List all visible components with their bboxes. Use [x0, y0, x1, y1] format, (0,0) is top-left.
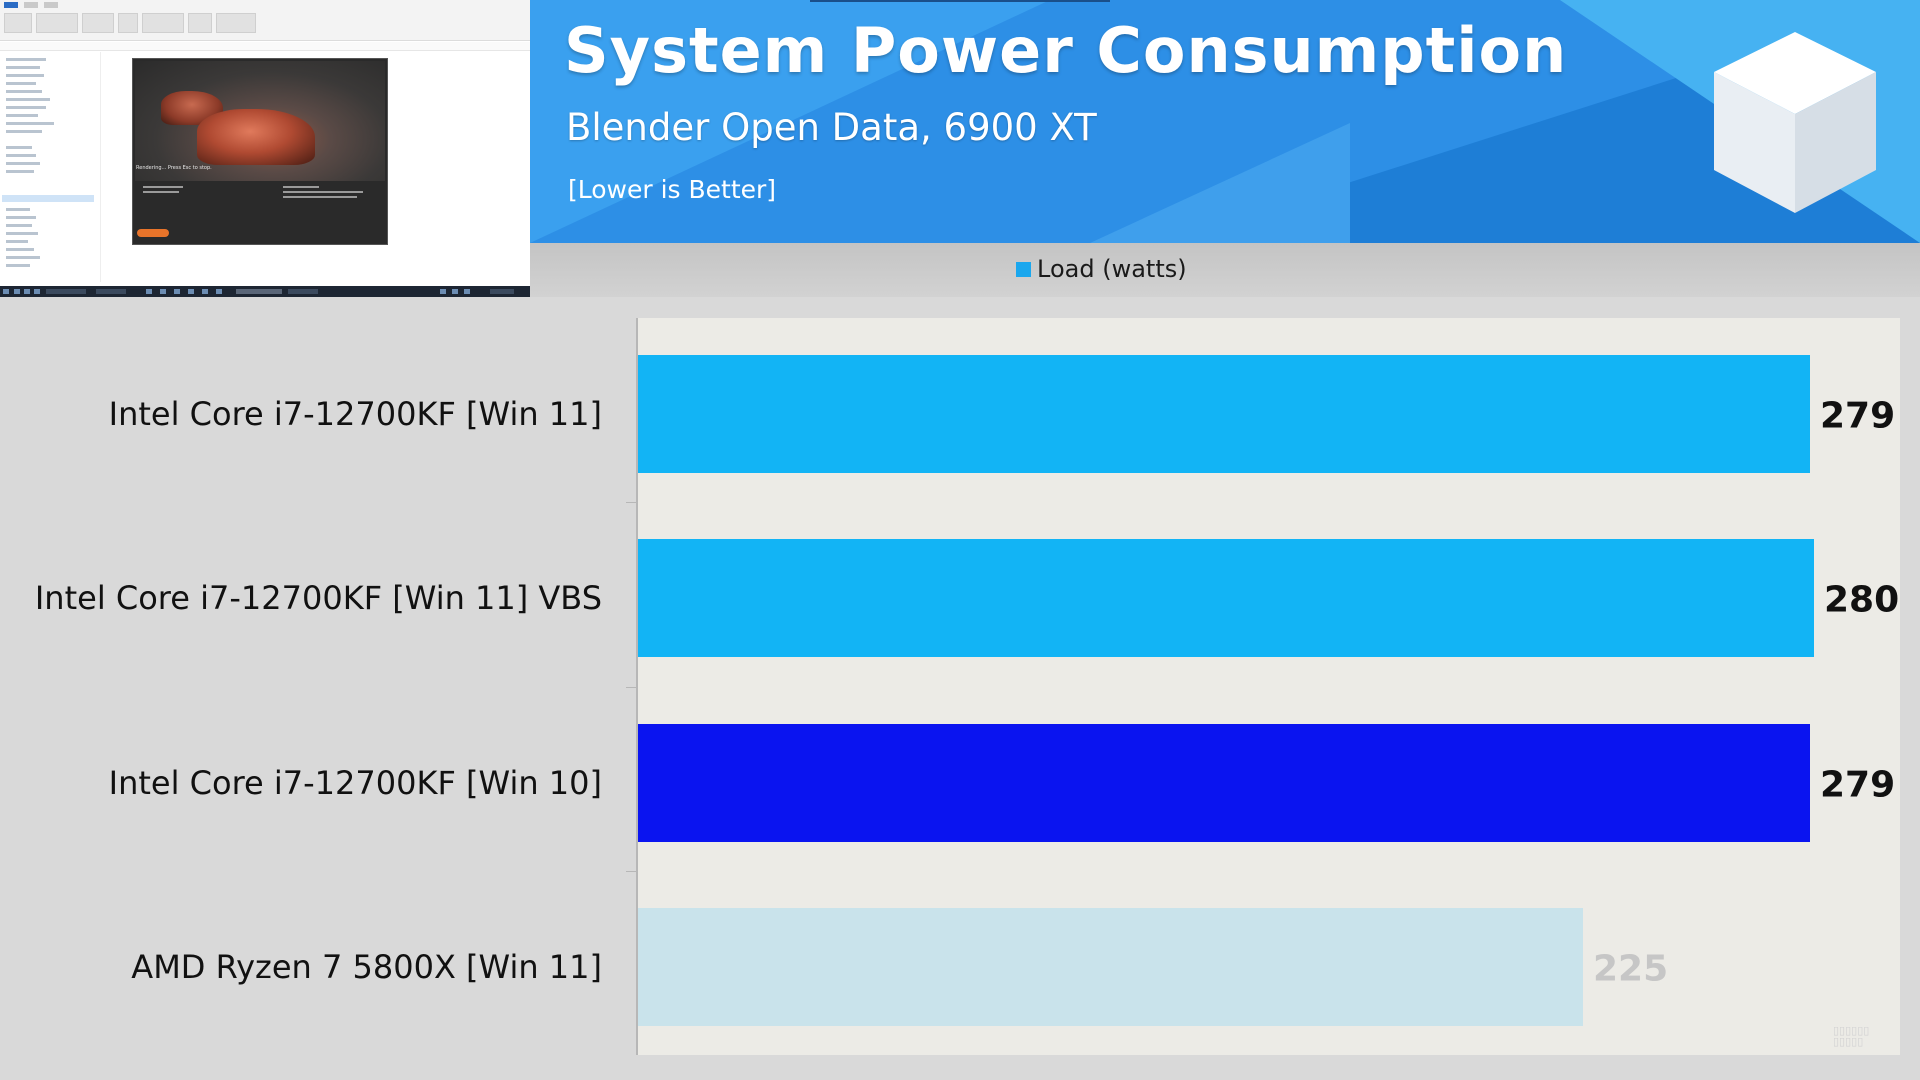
title-banner: System Power Consumption Blender Open Da…: [530, 0, 1920, 243]
explorer-nav-pane: [0, 52, 101, 282]
blender-logo: [137, 229, 169, 237]
category-label: Intel Core i7-12700KF [Win 11] VBS: [34, 579, 602, 617]
render-preview-image: [135, 61, 385, 181]
bar: [638, 908, 1583, 1026]
bar: [638, 724, 1810, 842]
value-label: 279: [1820, 764, 1896, 806]
blender-render-window: Rendering... Press Esc to stop.: [132, 58, 388, 245]
render-status-text: Rendering... Press Esc to stop.: [136, 165, 212, 171]
explorer-address-bar: [0, 42, 530, 51]
chart-title: System Power Consumption: [564, 14, 1568, 87]
legend-swatch: [1016, 262, 1031, 277]
category-label: AMD Ryzen 7 5800X [Win 11]: [131, 948, 602, 986]
cube-logo-icon: [1714, 32, 1876, 213]
category-label: Intel Core i7-12700KF [Win 10]: [108, 764, 602, 802]
chart-subtitle: Blender Open Data, 6900 XT: [566, 106, 1097, 149]
value-label: 225: [1593, 948, 1669, 990]
legend-bar: Load (watts): [530, 243, 1920, 297]
chart-note: [Lower is Better]: [568, 175, 777, 204]
y-axis-tick: [626, 502, 638, 503]
y-axis-tick: [626, 871, 638, 872]
render-info-block: [143, 184, 373, 206]
explorer-ribbon: [0, 0, 530, 41]
watermark-logo: ▯▯▯▯▯▯ ▯▯▯▯▯: [1833, 1024, 1870, 1048]
bar: [638, 355, 1810, 473]
desktop-thumbnail: Rendering... Press Esc to stop.: [0, 0, 531, 297]
value-label: 279: [1820, 395, 1896, 437]
y-axis-tick: [626, 687, 638, 688]
windows-taskbar: [0, 286, 530, 297]
value-label: 280: [1824, 579, 1900, 621]
category-label: Intel Core i7-12700KF [Win 11]: [108, 395, 602, 433]
bar: [638, 539, 1814, 657]
legend-label: Load (watts): [1037, 255, 1187, 283]
